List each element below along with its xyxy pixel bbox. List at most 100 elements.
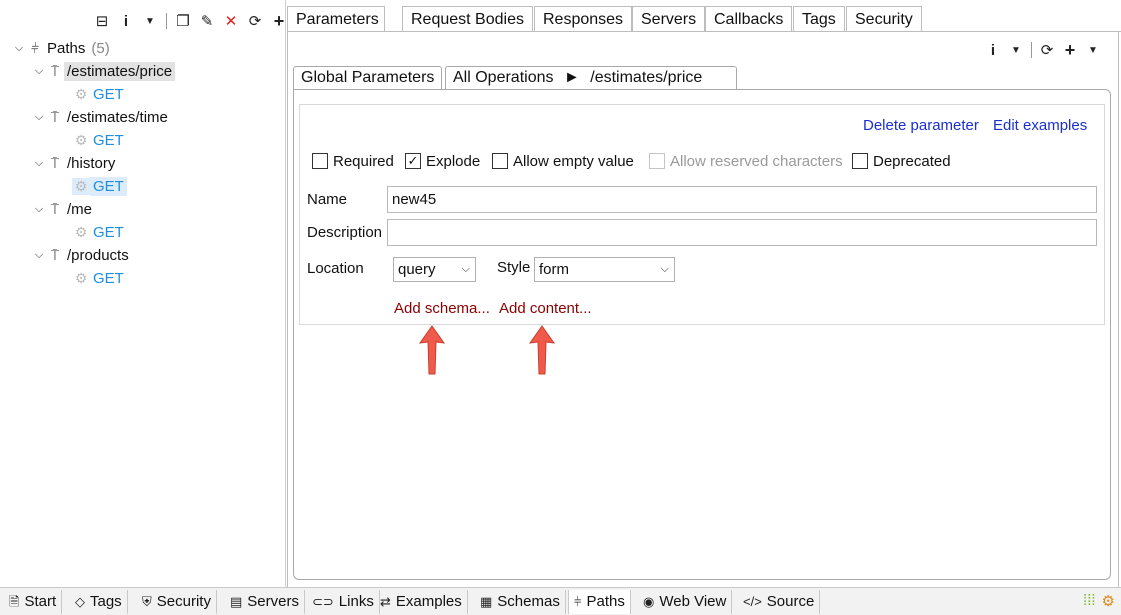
add-schema-link[interactable]: Add schema... [394,300,490,317]
edit-pencil-icon[interactable]: ✎ [197,11,217,31]
bottom-tab-security[interactable]: ⛨ Security [137,590,217,614]
chevron-down-icon[interactable]: ⌵ [32,203,46,216]
add-icon[interactable]: + [269,11,289,31]
bottom-tab-label: Paths [586,593,625,610]
bottom-tab-schemas[interactable]: ▦ Schemas [475,590,566,614]
info-icon[interactable]: i [116,11,136,31]
bottom-tab-start[interactable]: 🗎 Start [4,590,63,614]
settings-gear-icon[interactable]: ⚙ [1102,592,1115,610]
chevron-down-icon[interactable]: ▼ [140,11,160,31]
chevron-down-icon[interactable]: ⌵ [32,249,46,262]
tree-operation-item[interactable]: ⚙ GET [72,175,127,197]
name-field[interactable]: new45 [387,186,1097,213]
tree-path-item[interactable]: ⌵ ⍑ /history [32,152,118,174]
tree-path-item[interactable]: ⌵ ⍑ /me [32,198,95,220]
shield-icon: ⛨ [142,594,152,609]
operation-method: GET [93,85,124,103]
style-select[interactable]: form ⌵ [534,257,675,282]
tab-parameters[interactable]: Parameters [287,6,385,32]
parameter-form [299,104,1105,325]
path-label: /products [67,246,129,264]
copy-icon[interactable]: ❐ [173,11,193,31]
tree-operation-item[interactable]: ⚙ GET [72,83,127,105]
tree-operation-item[interactable]: ⚙ GET [72,267,127,289]
info-icon[interactable]: i [983,40,1003,60]
bottom-tab-links[interactable]: ⊂⊃ Links [307,590,380,614]
description-field[interactable] [387,219,1097,246]
chevron-down-icon[interactable]: ⌵ [661,258,669,281]
toolbar-separator [1031,42,1032,58]
examples-icon: ⇄ [380,594,391,609]
edit-examples-link[interactable]: Edit examples [993,117,1087,134]
tab-responses[interactable]: Responses [534,6,633,32]
grid-icon[interactable]: ⁞⁞⁞ [1083,592,1096,610]
bottom-tab-label: Schemas [497,593,560,610]
allow-empty-value-checkbox[interactable]: Allow empty value [492,152,634,170]
bottom-tab-label: Examples [395,593,462,610]
tab-tags[interactable]: Tags [793,6,845,32]
refresh-icon[interactable]: ⟳ [1037,40,1057,60]
chevron-down-icon[interactable]: ⌵ [462,258,470,281]
gear-icon: ⚙ [74,223,88,240]
add-icon[interactable]: + [1060,40,1080,60]
path-label: /estimates/time [67,108,168,126]
checkbox-label: Required [333,152,394,170]
annotation-arrow-icon [528,325,556,375]
chevron-down-icon[interactable]: ⌵ [32,157,46,170]
tree-toolbar: ⊟ i ▼ ❐ ✎ ✕ ⟳ + [92,10,289,32]
tab-global-parameters[interactable]: Global Parameters [293,66,443,90]
tab-callbacks[interactable]: Callbacks [705,6,793,32]
checkbox-box[interactable] [852,153,868,169]
path-signpost-icon: ⍑ [50,200,60,217]
style-value: form [539,261,569,278]
link-icon: ⊂⊃ [312,594,334,609]
checkbox-label: Explode [426,152,481,170]
bottom-tab-label: Start [24,593,57,610]
bottom-tab-web-view[interactable]: ◉ Web View [638,590,733,614]
explode-checkbox[interactable]: ✓ Explode [405,152,480,170]
tab-request-bodies[interactable]: Request Bodies [402,6,533,32]
checkbox-box[interactable] [312,153,328,169]
bottom-tab-label: Tags [90,593,122,610]
delete-parameter-link[interactable]: Delete parameter [863,117,979,134]
checkbox-box[interactable] [492,153,508,169]
tree-path-item[interactable]: ⌵ ⍑ /estimates/time [32,106,171,128]
chevron-down-icon[interactable]: ⌵ [32,111,46,124]
path-signpost-icon: ⍑ [50,154,60,171]
document-icon: 🗎 [9,594,20,609]
delete-icon[interactable]: ✕ [221,11,241,31]
top-tab-strip: Parameters Request Bodies Responses Serv… [287,6,1121,32]
checkmark-icon[interactable]: ✓ [405,153,421,169]
bottom-tab-label: Links [338,593,374,610]
chevron-down-icon[interactable]: ▼ [1006,40,1026,60]
paths-icon: ⫩ [30,39,40,56]
collapse-all-icon[interactable]: ⊟ [92,11,112,31]
tree-root-paths[interactable]: ⌵ ⫩ Paths (5) [12,37,110,59]
chevron-down-icon[interactable]: ▼ [1083,40,1103,60]
add-content-link[interactable]: Add content... [499,300,592,317]
tree-operation-item[interactable]: ⚙ GET [72,129,127,151]
chevron-down-icon[interactable]: ⌵ [12,42,26,55]
bottom-tab-source[interactable]: </> Source [738,590,821,614]
deprecated-checkbox[interactable]: Deprecated [852,152,951,170]
path-signpost-icon: ⍑ [50,108,60,125]
status-icons: ⁞⁞⁞ ⚙ [1083,592,1115,610]
tree-operation-item[interactable]: ⚙ GET [72,221,127,243]
code-icon: </> [743,594,762,609]
required-checkbox[interactable]: Required [312,152,394,170]
chevron-down-icon[interactable]: ⌵ [32,65,46,78]
gear-icon: ⚙ [74,85,88,102]
tab-servers[interactable]: Servers [632,6,706,32]
tab-security[interactable]: Security [846,6,922,32]
tree-path-item[interactable]: ⌵ ⍑ /products [32,244,132,266]
bottom-tab-paths[interactable]: ⫩ Paths [568,590,631,614]
refresh-icon[interactable]: ⟳ [245,11,265,31]
server-icon: ▤ [230,594,243,609]
bottom-tab-servers[interactable]: ▤ Servers [225,590,305,614]
location-select[interactable]: query ⌵ [393,257,476,282]
bottom-tab-examples[interactable]: ⇄ Examples [375,590,468,614]
bottom-tab-tags[interactable]: ◇ Tags [70,590,128,614]
gear-icon: ⚙ [74,131,88,148]
tree-path-item[interactable]: ⌵ ⍑ /estimates/price [32,60,176,82]
tab-all-operations[interactable]: All Operations ► /estimates/price [445,66,738,90]
